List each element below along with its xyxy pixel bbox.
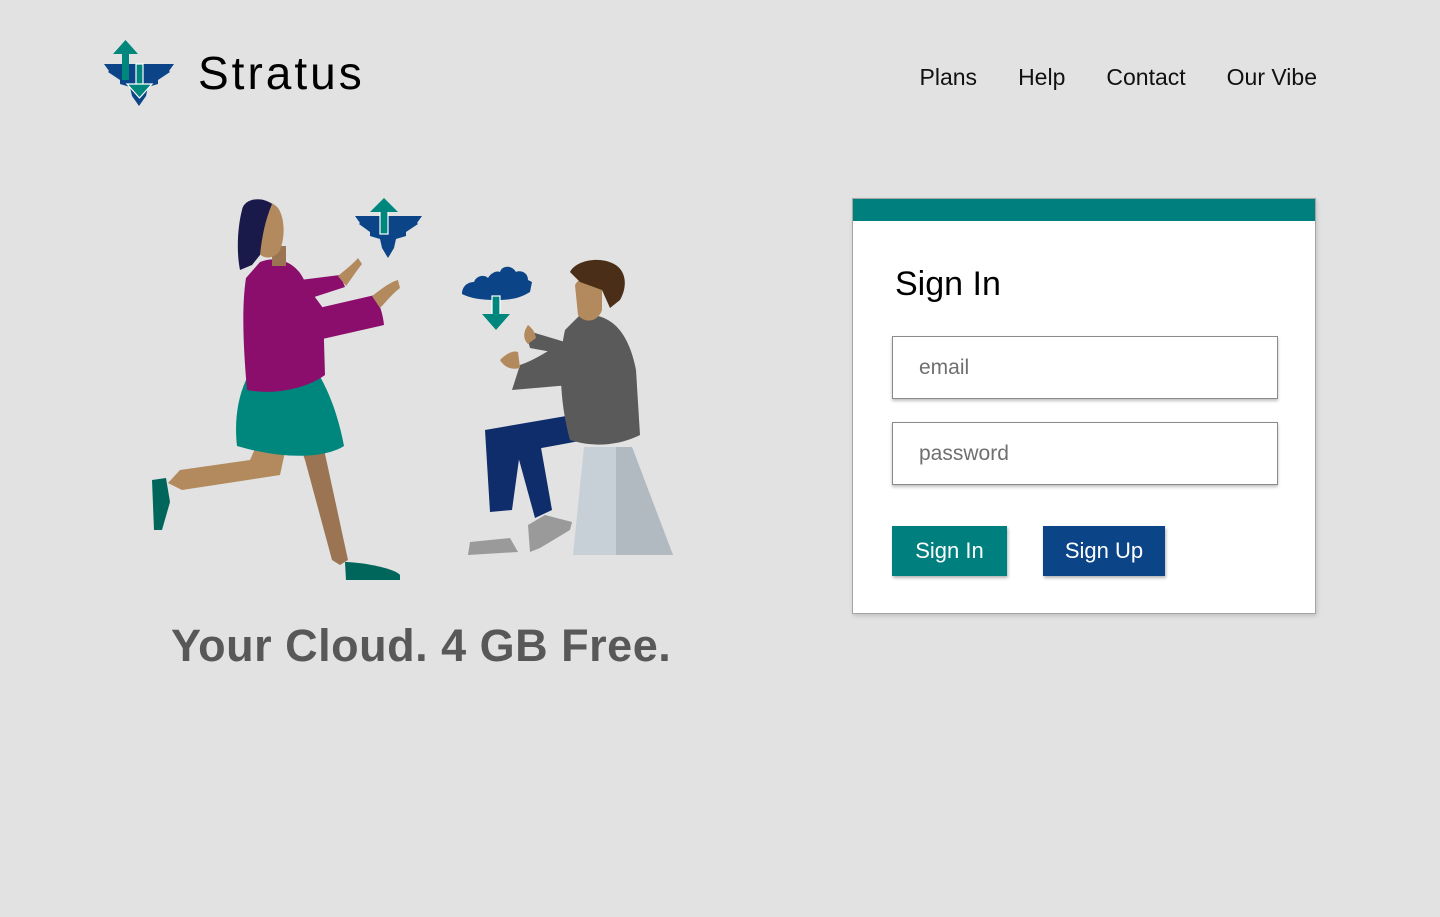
logo[interactable]: Stratus bbox=[100, 38, 365, 108]
signin-card: Sign In Sign In Sign Up bbox=[852, 198, 1316, 614]
cloud-download-icon bbox=[462, 266, 532, 330]
cloud-arrows-icon bbox=[104, 40, 174, 106]
email-field[interactable] bbox=[892, 336, 1278, 399]
brand-name: Stratus bbox=[198, 47, 365, 99]
nav-plans[interactable]: Plans bbox=[920, 64, 978, 91]
cloud-upload-icon bbox=[355, 198, 422, 258]
main-nav: Plans Help Contact Our Vibe bbox=[920, 64, 1317, 91]
hero-illustration bbox=[152, 198, 673, 580]
hero-tagline: Your Cloud. 4 GB Free. bbox=[171, 620, 672, 671]
card-accent-bar bbox=[853, 199, 1315, 221]
nav-help[interactable]: Help bbox=[1018, 64, 1065, 91]
signin-button[interactable]: Sign In bbox=[892, 526, 1007, 576]
nav-contact[interactable]: Contact bbox=[1106, 64, 1185, 91]
password-field[interactable] bbox=[892, 422, 1278, 485]
nav-our-vibe[interactable]: Our Vibe bbox=[1227, 64, 1317, 91]
signup-button[interactable]: Sign Up bbox=[1043, 526, 1165, 576]
signin-title: Sign In bbox=[895, 265, 1001, 303]
